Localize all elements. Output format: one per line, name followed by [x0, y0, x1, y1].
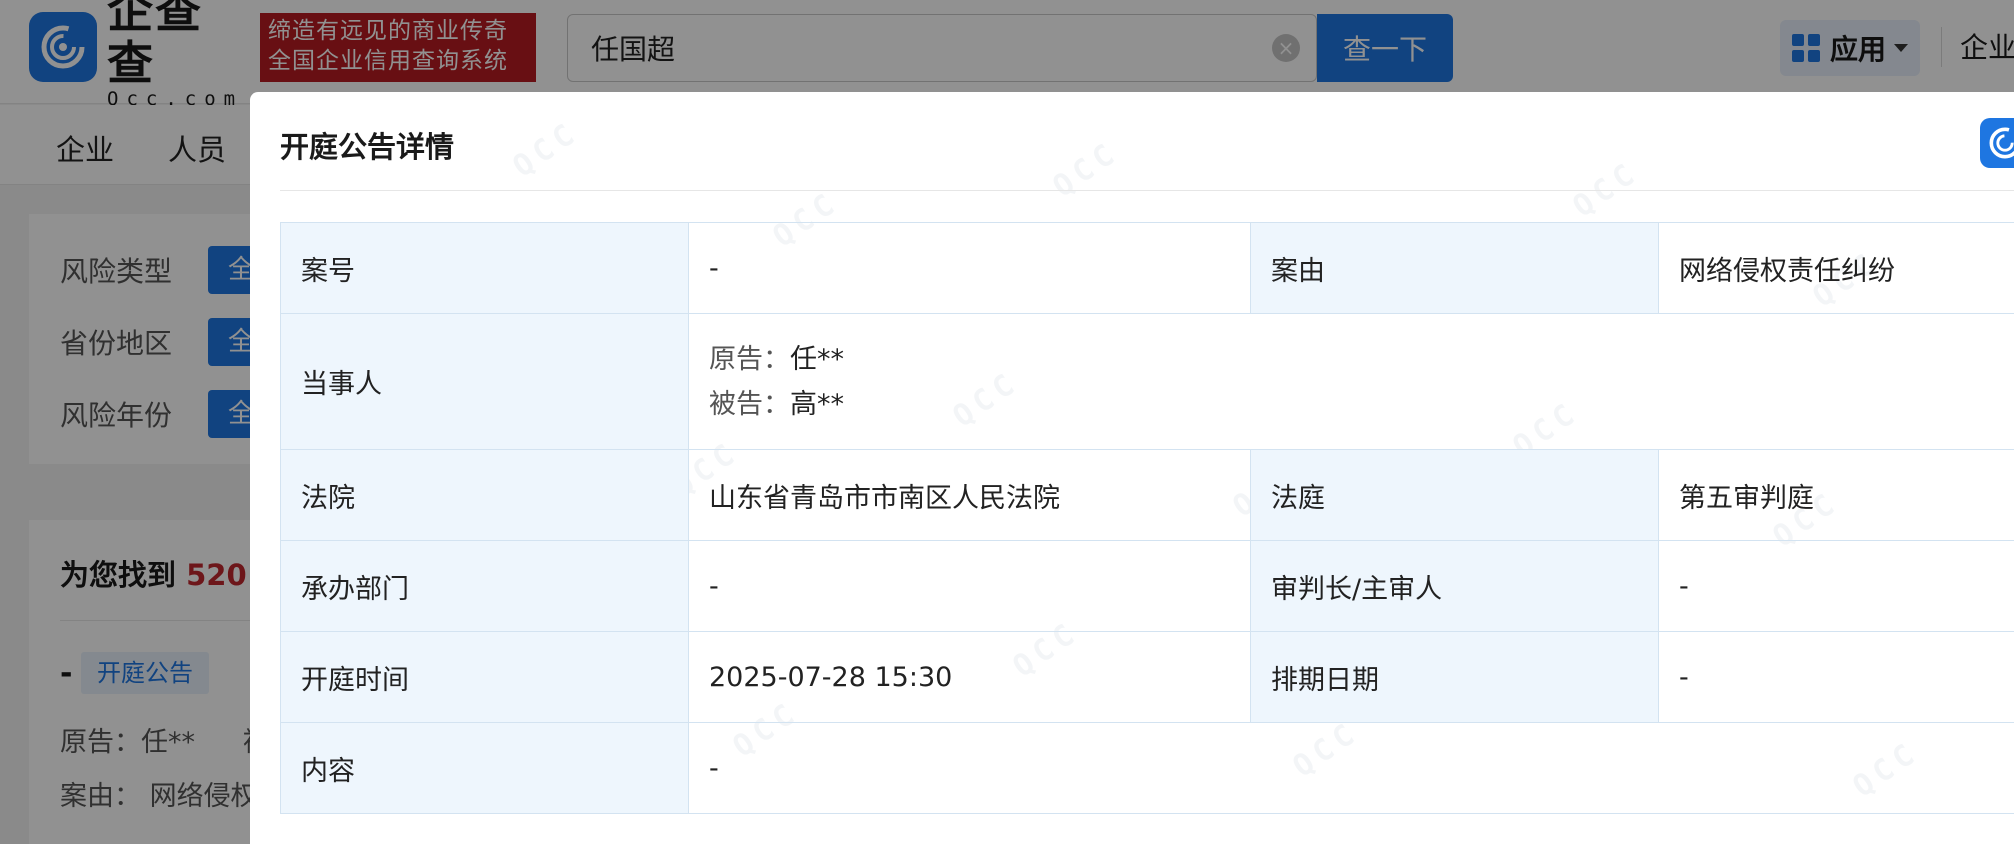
- case-no-label: 案号: [280, 222, 689, 314]
- content-label: 内容: [280, 722, 689, 814]
- plaintiff-prefix: 原告：: [709, 343, 790, 375]
- cause-label: 案由: [1250, 222, 1659, 314]
- hearing-notice-detail-modal: QCC QCC QCC QCC QCC QCC QCC QCC QCC QCC …: [250, 92, 2014, 844]
- table-row: 承办部门 - 审判长/主审人 -: [280, 540, 2014, 632]
- court-label: 法院: [280, 449, 689, 541]
- party-label: 当事人: [280, 313, 689, 450]
- content-value: -: [688, 722, 2014, 814]
- table-row: 开庭时间 2025-07-28 15:30 排期日期 -: [280, 631, 2014, 723]
- table-row: 当事人 原告：任** 被告：高**: [280, 313, 2014, 450]
- hearing-time-label: 开庭时间: [280, 631, 689, 723]
- table-row: 案号 - 案由 网络侵权责任纠纷: [280, 222, 2014, 314]
- party-value: 原告：任** 被告：高**: [688, 313, 2014, 450]
- tribunal-label: 法庭: [1250, 449, 1659, 541]
- dept-label: 承办部门: [280, 540, 689, 632]
- tribunal-value: 第五审判庭: [1658, 449, 2014, 541]
- plaintiff-name: 任**: [790, 343, 844, 375]
- modal-title: 开庭公告详情: [280, 130, 455, 164]
- qcc-logo-icon: [1980, 118, 2014, 168]
- schedule-date-label: 排期日期: [1250, 631, 1659, 723]
- detail-table: 案号 - 案由 网络侵权责任纠纷 当事人 原告：任** 被告：高** 法院 山东…: [280, 222, 2014, 814]
- judge-value: -: [1658, 540, 2014, 632]
- schedule-date-value: -: [1658, 631, 2014, 723]
- plaintiff-line: 原告：任**: [709, 337, 2014, 382]
- defendant-prefix: 被告：: [709, 388, 790, 420]
- cause-value: 网络侵权责任纠纷: [1658, 222, 2014, 314]
- modal-header-divider: [280, 190, 2014, 191]
- table-row: 法院 山东省青岛市市南区人民法院 法庭 第五审判庭: [280, 449, 2014, 541]
- table-row: 内容 -: [280, 722, 2014, 814]
- judge-label: 审判长/主审人: [1250, 540, 1659, 632]
- hearing-time-value: 2025-07-28 15:30: [688, 631, 1251, 723]
- court-value[interactable]: 山东省青岛市市南区人民法院: [688, 449, 1251, 541]
- case-no-value: -: [688, 222, 1251, 314]
- defendant-name: 高**: [790, 388, 844, 420]
- dept-value: -: [688, 540, 1251, 632]
- defendant-line: 被告：高**: [709, 382, 2014, 427]
